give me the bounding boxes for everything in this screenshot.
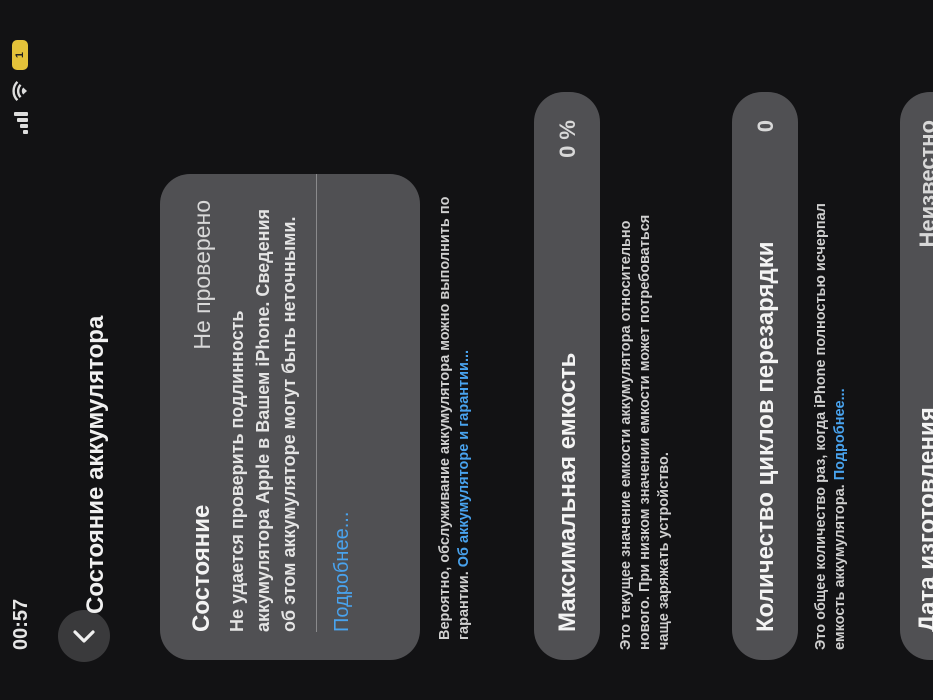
more-link[interactable]: Подробнее... <box>331 512 353 632</box>
battery-icon: 1 <box>12 40 28 70</box>
max-capacity-row: Максимальная емкость 0 % <box>534 92 582 660</box>
cycle-count-value: 0 <box>753 120 778 133</box>
manufacture-date-card: Дата изготовления Неизвестно <box>900 92 933 660</box>
service-note: Вероятно, обслуживание аккумулятора можн… <box>436 180 474 640</box>
cycle-count-note: Это общее количество раз, когда iPhone п… <box>812 180 850 650</box>
max-capacity-note: Это текущее значение емкости аккумулятор… <box>618 214 672 650</box>
cellular-signal-icon <box>12 112 28 134</box>
chevron-left-icon <box>73 630 95 643</box>
status-time: 00:57 <box>10 598 32 650</box>
max-capacity-title: Максимальная емкость <box>554 352 581 632</box>
back-button[interactable] <box>58 610 110 662</box>
battery-level: 1 <box>14 51 26 59</box>
max-capacity-value: 0 % <box>555 120 580 158</box>
manufacture-row: Дата изготовления Неизвестно <box>900 92 933 660</box>
cycle-count-row: Количество циклов перезарядки 0 <box>732 92 780 660</box>
state-title: Состояние <box>188 504 215 632</box>
status-bar: 00:57 1 <box>0 0 52 700</box>
manufacture-value: Неизвестно <box>915 120 933 248</box>
wifi-icon <box>12 80 27 102</box>
page-title: Состояние аккумулятора <box>82 315 109 614</box>
battery-state-card: Состояние Не проверено Не удается провер… <box>160 174 420 660</box>
cycle-count-title: Количество циклов перезарядки <box>752 241 779 632</box>
state-description: Не удается проверить подлинность аккумул… <box>227 208 299 632</box>
manufacture-title: Дата изготовления <box>914 407 933 632</box>
state-value: Не проверено <box>188 200 215 350</box>
warranty-link[interactable]: Об аккумуляторе и гарантии... <box>456 350 472 567</box>
cycle-count-more-link[interactable]: Подробнее... <box>832 388 848 480</box>
cycle-count-card: Количество циклов перезарядки 0 <box>732 92 798 660</box>
more-link-row: Подробнее... <box>317 174 368 660</box>
navigation-bar: Состояние аккумулятора <box>58 0 118 700</box>
state-row: Состояние Не проверено <box>160 174 216 660</box>
status-icons: 1 <box>12 40 28 134</box>
max-capacity-card: Максимальная емкость 0 % <box>534 92 600 660</box>
phone-screen: 00:57 1 Состояние аккумулятора Состояние… <box>0 0 933 700</box>
